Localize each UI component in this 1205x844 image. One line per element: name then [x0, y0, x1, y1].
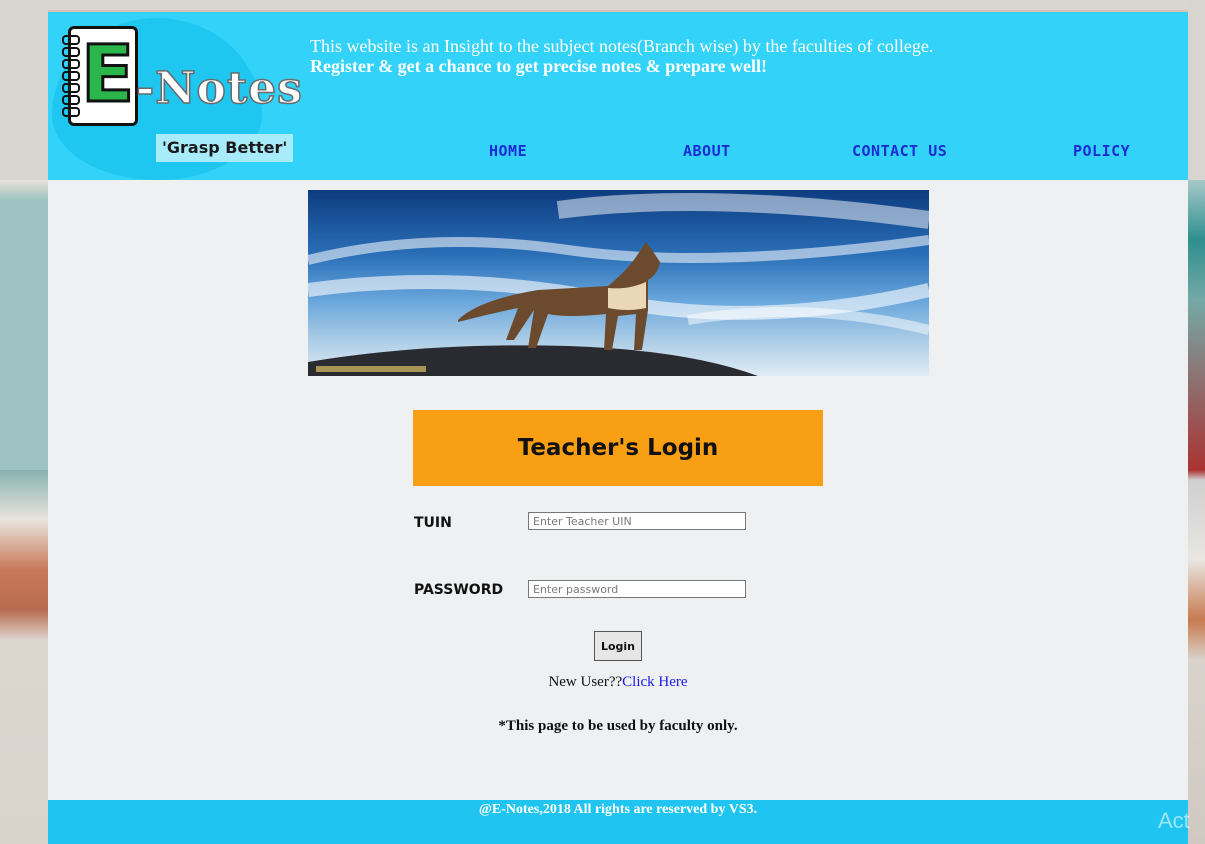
register-link[interactable]: Click Here	[622, 674, 687, 690]
password-label: PASSWORD	[414, 582, 504, 598]
page-container: E -Notes 'Grasp Better' This website is …	[48, 12, 1188, 844]
nav-about[interactable]: ABOUT	[683, 142, 731, 160]
new-user-text: New User??	[548, 674, 623, 690]
logo-name: -Notes	[135, 63, 303, 115]
new-user-line: New User??Click Here	[48, 674, 1188, 691]
notebook-logo-icon: E	[62, 26, 138, 126]
tuin-input[interactable]	[528, 512, 746, 530]
nav-home[interactable]: HOME	[489, 142, 527, 160]
main-nav: HOME ABOUT CONTACT US POLICY	[48, 142, 1188, 172]
logo-letter: E	[79, 30, 135, 120]
password-input[interactable]	[528, 580, 746, 598]
faculty-only-note: *This page to be used by faculty only.	[498, 718, 738, 734]
intro-line-1: This website is an Insight to the subjec…	[310, 36, 934, 56]
nav-policy[interactable]: POLICY	[1073, 142, 1130, 160]
footer-text: @E-Notes,2018 All rights are reserved by…	[478, 802, 758, 817]
intro-text: This website is an Insight to the subjec…	[310, 36, 933, 76]
activation-watermark: Act	[1158, 808, 1190, 833]
login-title: Teacher's Login	[413, 410, 823, 486]
banner-image	[308, 190, 929, 376]
tuin-label: TUIN	[414, 515, 452, 531]
site-footer: @E-Notes,2018 All rights are reserved by…	[48, 800, 1188, 844]
banner-wolf-picture	[308, 193, 929, 376]
login-button[interactable]: Login	[594, 631, 642, 661]
background-right-strip	[1188, 0, 1205, 844]
background-left-strip	[0, 0, 48, 844]
nav-contact-us[interactable]: CONTACT US	[852, 142, 947, 160]
intro-line-2: Register & get a chance to get precise n…	[310, 56, 768, 76]
site-header: E -Notes 'Grasp Better' This website is …	[48, 12, 1188, 180]
